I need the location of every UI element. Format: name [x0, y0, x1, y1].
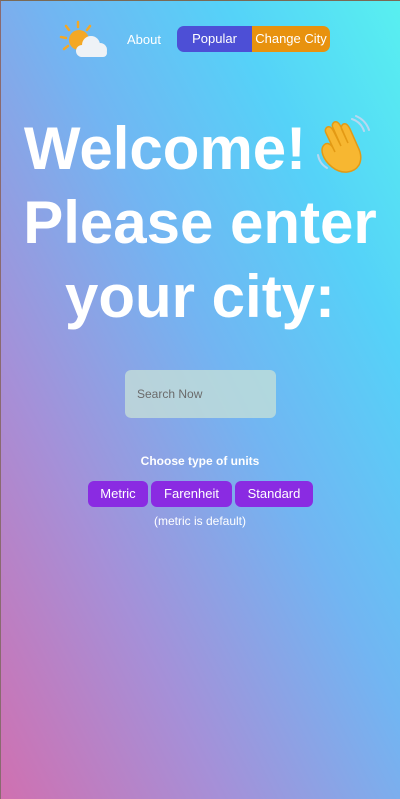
headline-line-3: your city: [64, 263, 336, 330]
farenheit-button[interactable]: Farenheit [151, 481, 232, 507]
units-default-note: (metric is default) [153, 514, 247, 528]
popular-cities-button[interactable]: Popular Cities [177, 26, 252, 52]
city-search-input[interactable] [125, 370, 276, 418]
about-link[interactable]: About [127, 32, 161, 47]
waving-hand-icon [312, 115, 376, 179]
navbar: About Popular Cities Change City [0, 20, 400, 60]
units-button-group: Metric Farenheit Standard [88, 481, 313, 507]
welcome-heading: Welcome! Please enter your city: [0, 112, 400, 334]
headline-line-1: Welcome! [0, 112, 400, 186]
headline-welcome-text: Welcome! [23, 115, 307, 182]
sun-behind-cloud-icon[interactable] [58, 20, 110, 60]
city-button-group: Popular Cities Change City [177, 26, 330, 52]
change-city-button[interactable]: Change City [252, 26, 330, 52]
standard-button[interactable]: Standard [235, 481, 313, 507]
metric-button[interactable]: Metric [88, 481, 148, 507]
units-label: Choose type of units [140, 454, 260, 468]
headline-line-2: Please enter [23, 189, 377, 256]
